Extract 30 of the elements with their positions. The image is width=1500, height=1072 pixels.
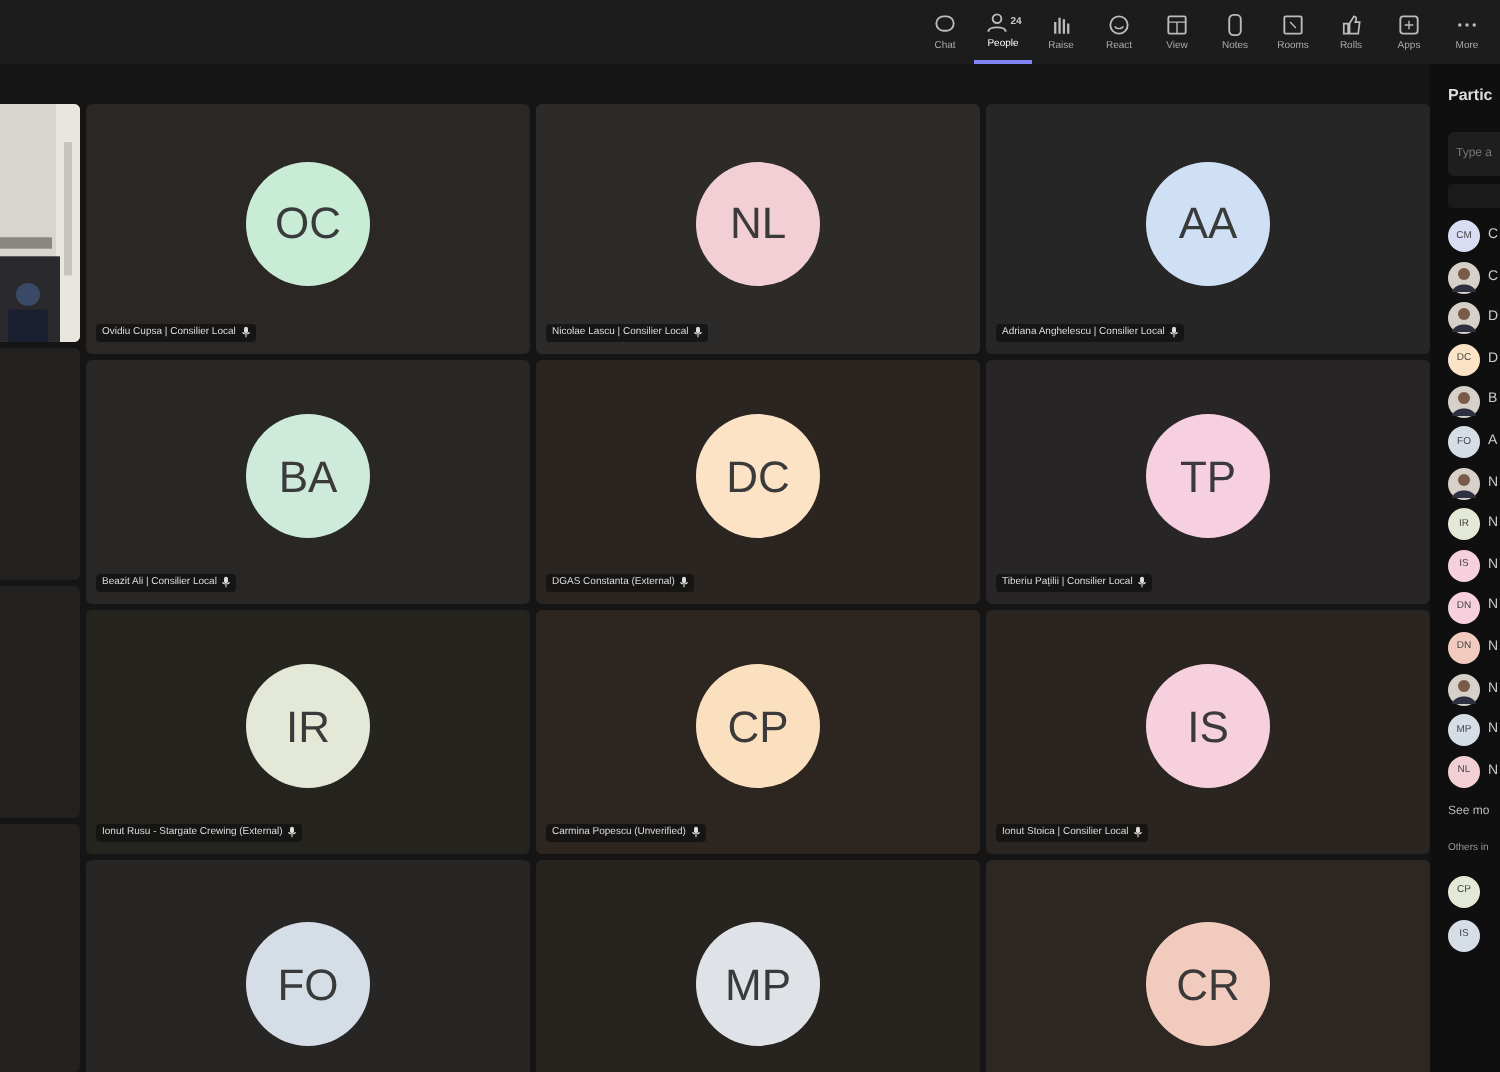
microphone-icon xyxy=(222,576,231,589)
avatar: IS xyxy=(1146,664,1270,788)
avatar: IR xyxy=(246,664,370,788)
avatar: AA xyxy=(1146,161,1270,285)
panel-title: Partic xyxy=(1448,84,1495,108)
microphone-icon xyxy=(288,826,297,839)
microphone-icon xyxy=(1138,576,1147,589)
grid-icon xyxy=(1164,12,1190,38)
thumbs-up-icon xyxy=(1338,12,1364,38)
window-icon xyxy=(1280,12,1306,38)
avatar: TP xyxy=(1146,414,1270,538)
avatar: MP xyxy=(696,922,820,1046)
microphone-icon xyxy=(691,826,700,839)
microphone-icon xyxy=(1170,326,1179,339)
avatar: NL xyxy=(696,161,820,285)
microphone-icon xyxy=(694,326,703,339)
microphone-icon xyxy=(1134,826,1143,839)
avatar: BA xyxy=(246,414,370,538)
smiley-icon xyxy=(1106,12,1132,38)
avatar: CP xyxy=(696,664,820,788)
avatar: OC xyxy=(246,161,370,285)
avatar: CR xyxy=(1146,922,1270,1046)
person-icon xyxy=(984,10,1011,36)
microphone-icon xyxy=(680,576,689,589)
microphone-icon xyxy=(241,326,250,339)
plus-icon xyxy=(1396,12,1422,38)
chat-icon xyxy=(932,12,958,38)
avatar: FO xyxy=(246,922,370,1046)
notes-icon xyxy=(1222,12,1248,38)
avatar: DC xyxy=(696,414,820,538)
